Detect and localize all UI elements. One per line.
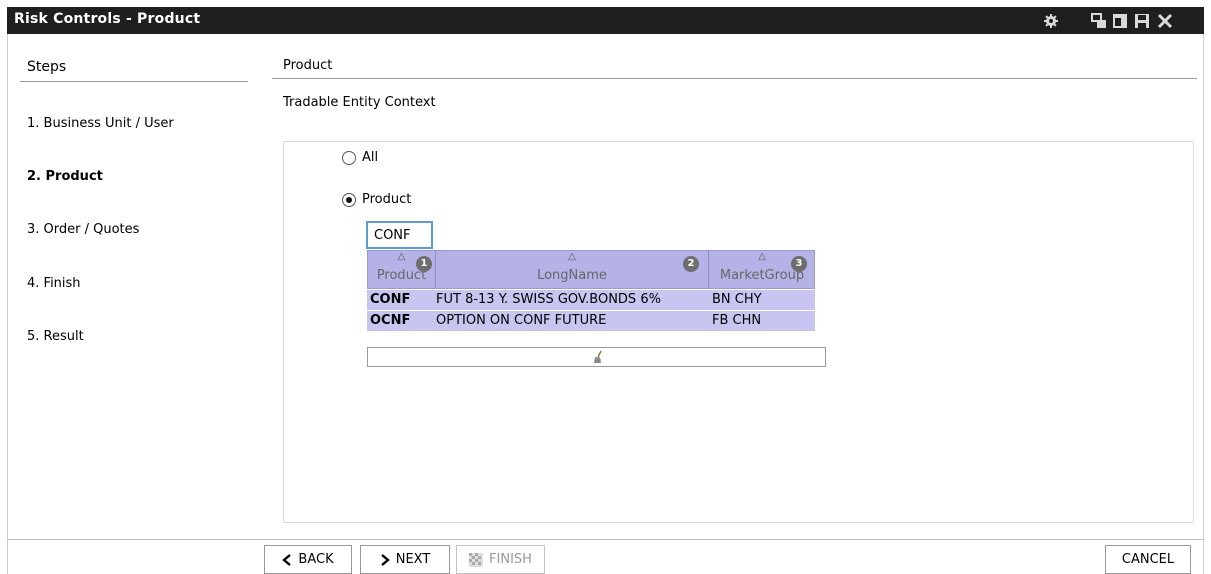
step-finish[interactable]: 4. Finish (27, 276, 81, 291)
cancel-button[interactable]: CANCEL (1105, 545, 1191, 574)
maximize-icon[interactable] (1112, 13, 1128, 29)
grid-header: △ Product 1 △ LongName 2 △ MarketGroup 3 (367, 250, 815, 289)
radio-all-label: All (362, 150, 379, 165)
radio-product[interactable] (342, 192, 356, 207)
window-titlebar: Risk Controls - Product (7, 7, 1204, 34)
context-label: Tradable Entity Context (283, 95, 436, 110)
sort-order-badge: 2 (683, 256, 699, 272)
product-filter-input[interactable] (366, 221, 433, 249)
column-label-longname: LongName (537, 268, 607, 283)
steps-divider (20, 81, 248, 82)
wizard-footer (7, 539, 1204, 574)
sort-order-badge: 1 (416, 256, 432, 272)
sort-arrow-icon: △ (568, 251, 576, 262)
column-header-marketgroup[interactable]: △ MarketGroup 3 (709, 251, 815, 288)
section-title: Product (283, 58, 333, 73)
step-order-quotes[interactable]: 3. Order / Quotes (27, 222, 139, 237)
cell-marketgroup: FB CHN (712, 313, 762, 328)
radio-product-option[interactable]: Product (342, 192, 411, 207)
checkered-flag-icon (469, 552, 484, 567)
save-icon[interactable] (1134, 13, 1150, 29)
next-button[interactable]: NEXT (360, 545, 450, 574)
cell-longname: FUT 8-13 Y. SWISS GOV.BONDS 6% (436, 292, 661, 307)
back-button-label: BACK (298, 552, 334, 567)
window-title: Risk Controls - Product (14, 11, 201, 27)
step-business-unit[interactable]: 1. Business Unit / User (27, 116, 174, 131)
chevron-right-icon (380, 553, 390, 566)
broom-icon[interactable] (591, 350, 605, 364)
cell-product: OCNF (370, 313, 411, 328)
chevron-left-icon (282, 553, 292, 566)
step-result[interactable]: 5. Result (27, 329, 84, 344)
table-row[interactable]: CONF FUT 8-13 Y. SWISS GOV.BONDS 6% BN C… (367, 290, 815, 310)
cell-longname: OPTION ON CONF FUTURE (436, 313, 607, 328)
grid-filter-footer[interactable] (367, 347, 826, 367)
next-button-label: NEXT (395, 552, 431, 567)
steps-title: Steps (27, 59, 67, 75)
finish-button-label: FINISH (489, 552, 532, 567)
column-header-longname[interactable]: △ LongName 2 (436, 251, 709, 288)
sort-arrow-icon: △ (758, 251, 766, 262)
radio-all-option[interactable]: All (342, 150, 378, 165)
finish-button[interactable]: FINISH (456, 545, 545, 574)
radio-all[interactable] (342, 150, 356, 165)
cancel-button-label: CANCEL (1121, 552, 1175, 567)
close-icon[interactable] (1157, 13, 1173, 29)
gear-icon[interactable] (1043, 13, 1059, 29)
sort-arrow-icon: △ (397, 251, 406, 262)
step-product[interactable]: 2. Product (27, 169, 103, 184)
radio-product-label: Product (362, 192, 412, 207)
section-divider (272, 78, 1197, 79)
cell-marketgroup: BN CHY (712, 292, 762, 307)
restore-icon[interactable] (1091, 13, 1107, 29)
sort-order-badge: 3 (791, 256, 807, 272)
back-button[interactable]: BACK (264, 545, 352, 574)
context-panel (283, 141, 1194, 523)
table-row[interactable]: OCNF OPTION ON CONF FUTURE FB CHN (367, 311, 815, 331)
column-header-product[interactable]: △ Product 1 (368, 251, 436, 288)
cell-product: CONF (370, 292, 411, 307)
